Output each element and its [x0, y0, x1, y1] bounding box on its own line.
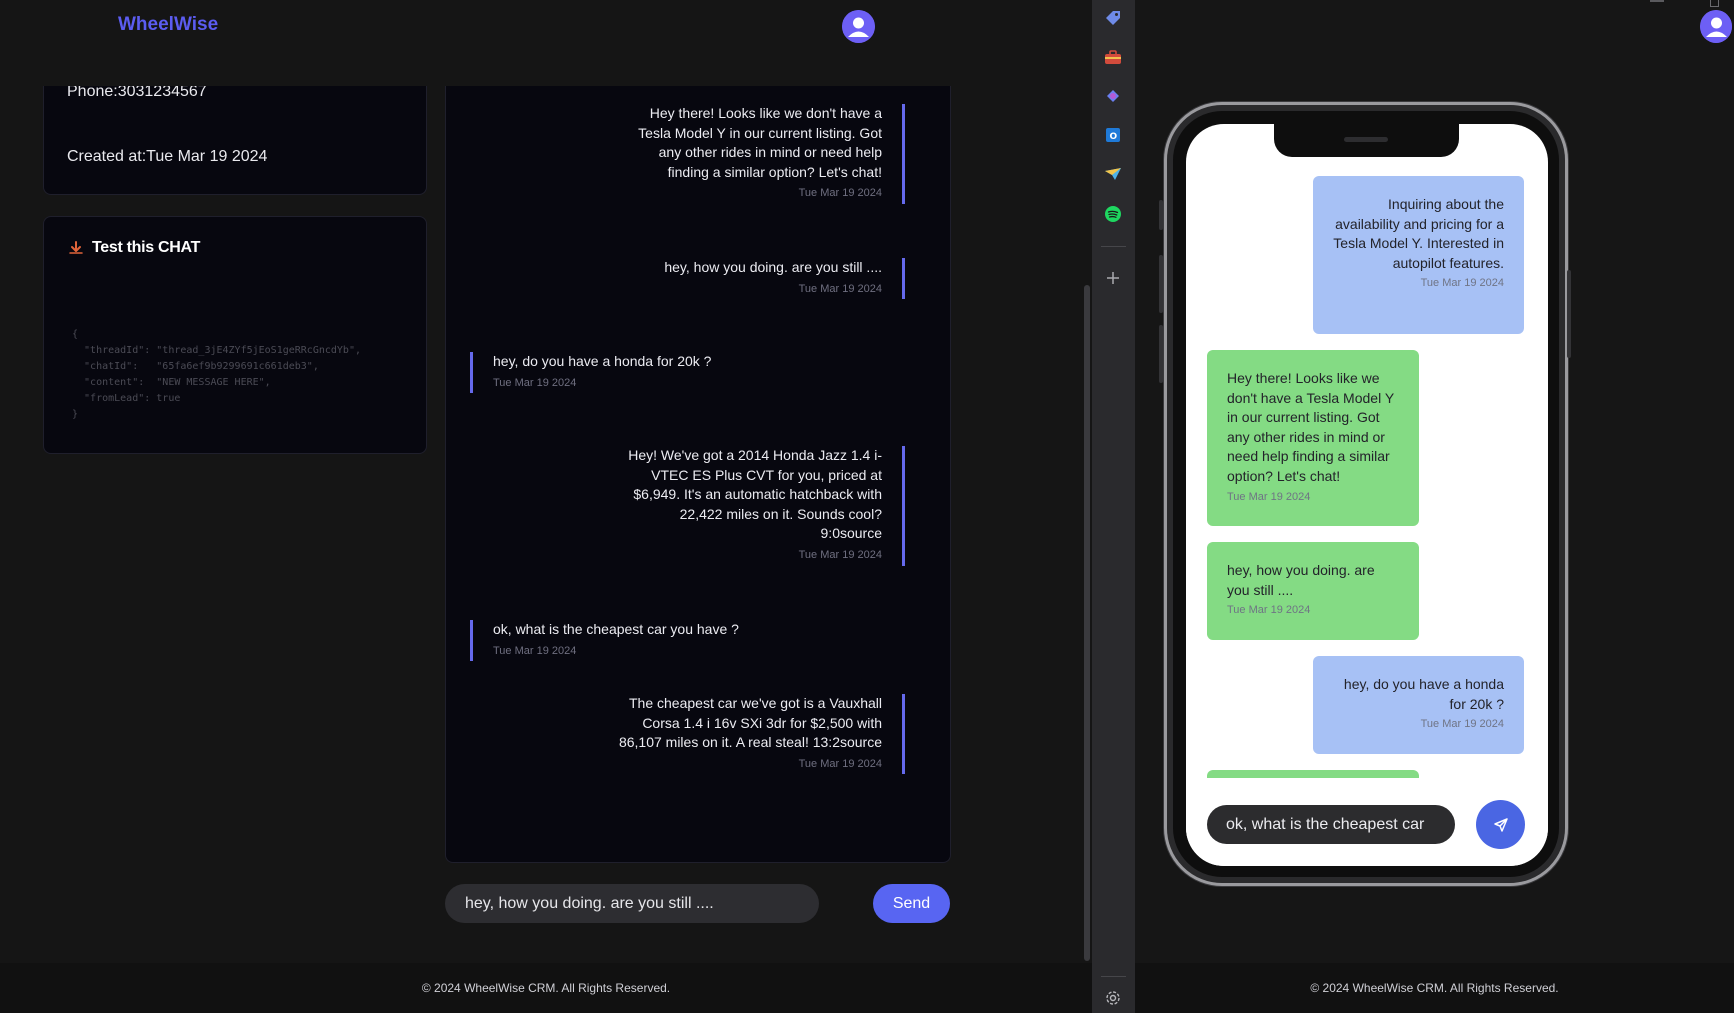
chat-panel: Hey there! Looks like we don't have a Te… — [445, 86, 951, 863]
chat-message-bot: hey, how you doing. are you still .... T… — [664, 258, 905, 300]
phone-volume-up-button — [1159, 255, 1163, 313]
send-button[interactable]: Send — [873, 884, 950, 923]
message-text: ok, what is the cheapest car you have ? — [493, 621, 739, 637]
browser-sidebar: O — [1092, 0, 1135, 1013]
brand-logo[interactable]: WheelWise — [118, 14, 218, 36]
message-time: Tue Mar 19 2024 — [1420, 277, 1504, 290]
sidebar-divider — [1101, 246, 1126, 247]
tag-icon[interactable] — [1103, 8, 1123, 28]
chat-message-bot: The cheapest car we've got is a Vauxhall… — [618, 694, 905, 775]
message-time: Tue Mar 19 2024 — [1227, 490, 1311, 503]
window-icon[interactable] — [1710, 0, 1719, 7]
message-text: Hey! We've got a 2014 Honda Jazz 1.4 i-V… — [628, 447, 882, 542]
spotify-icon[interactable] — [1103, 204, 1123, 224]
phone-message-bot: Hey there! Looks like we don't have a Te… — [1207, 350, 1419, 526]
message-input[interactable] — [445, 884, 819, 923]
page-scrollbar[interactable] — [1084, 285, 1090, 961]
phone-message-user: Inquiring about the availability and pri… — [1313, 176, 1524, 334]
phone-speaker — [1344, 137, 1388, 142]
test-chat-title: Test this CHAT — [68, 239, 200, 257]
sidebar-divider — [1101, 976, 1126, 977]
message-text: Hey there! Looks like we don't have a Te… — [638, 105, 882, 180]
message-time: Tue Mar 19 2024 — [798, 757, 882, 770]
payload-code-block: { "threadId": "thread_3jE4ZYf5jEoS1geRRc… — [72, 329, 361, 420]
message-time: Tue Mar 19 2024 — [1420, 718, 1504, 731]
send-icon[interactable] — [1103, 164, 1123, 184]
phone-message-bot-partial — [1207, 770, 1419, 778]
phone-message-input[interactable] — [1207, 805, 1455, 844]
lead-info-card: Phone:3031234567 Created at:Tue Mar 19 2… — [43, 86, 427, 195]
lead-phone: Phone:3031234567 — [67, 86, 207, 100]
chat-message-user: hey, do you have a honda for 20k ? Tue M… — [470, 352, 712, 394]
phone-message-user: hey, do you have a honda for 20k ? Tue M… — [1313, 656, 1524, 754]
add-icon[interactable] — [1103, 268, 1123, 288]
footer-text: © 2024 WheelWise CRM. All Rights Reserve… — [421, 981, 671, 995]
test-chat-card: Test this CHAT { "threadId": "thread_3jE… — [43, 216, 427, 454]
message-time: Tue Mar 19 2024 — [798, 282, 882, 295]
chat-message-bot: Hey! We've got a 2014 Honda Jazz 1.4 i-V… — [622, 446, 905, 566]
settings-icon[interactable] — [1103, 988, 1123, 1008]
phone-message-bot: hey, how you doing. are you still .... T… — [1207, 542, 1419, 640]
phone-volume-down-button — [1159, 325, 1163, 383]
message-text: hey, how you doing. are you still .... — [664, 259, 882, 275]
user-icon — [842, 10, 875, 43]
message-text: hey, do you have a honda for 20k ? — [493, 353, 712, 369]
message-time: Tue Mar 19 2024 — [798, 187, 882, 200]
chat-message-bot: Hey there! Looks like we don't have a Te… — [626, 104, 905, 204]
phone-mute-button — [1159, 200, 1163, 230]
message-text: Hey there! Looks like we don't have a Te… — [1227, 370, 1394, 484]
phone-screen: Inquiring about the availability and pri… — [1186, 124, 1548, 866]
outlook-icon[interactable]: O — [1103, 125, 1123, 145]
message-text: Inquiring about the availability and pri… — [1333, 196, 1504, 271]
message-text: hey, how you doing. are you still .... — [1227, 562, 1375, 598]
phone-send-button[interactable] — [1476, 800, 1525, 849]
download-arrow-icon — [69, 241, 83, 254]
user-avatar[interactable] — [842, 10, 875, 43]
message-time: Tue Mar 19 2024 — [493, 376, 577, 389]
message-text: The cheapest car we've got is a Vauxhall… — [618, 695, 882, 751]
svg-text:O: O — [1110, 132, 1118, 142]
copilot-icon[interactable] — [1103, 86, 1123, 106]
preview-user-avatar[interactable] — [1700, 10, 1732, 43]
chat-message-user: ok, what is the cheapest car you have ? … — [470, 620, 739, 662]
message-time: Tue Mar 19 2024 — [798, 548, 882, 561]
message-time: Tue Mar 19 2024 — [1227, 604, 1311, 617]
preview-footer: © 2024 WheelWise CRM. All Rights Reserve… — [1135, 963, 1734, 1013]
test-chat-label: Test this CHAT — [92, 239, 201, 256]
phone-power-button — [1567, 270, 1571, 358]
minimize-icon[interactable] — [1650, 0, 1664, 2]
paper-plane-icon — [1493, 817, 1508, 832]
message-text: hey, do you have a honda for 20k ? — [1343, 676, 1504, 712]
footer-text: © 2024 WheelWise CRM. All Rights Reserve… — [1310, 981, 1559, 995]
user-icon — [1700, 10, 1732, 43]
toolbox-icon[interactable] — [1103, 47, 1123, 67]
message-time: Tue Mar 19 2024 — [493, 644, 577, 657]
lead-created-at: Created at:Tue Mar 19 2024 — [67, 148, 268, 165]
page-footer: © 2024 WheelWise CRM. All Rights Reserve… — [0, 963, 1092, 1013]
